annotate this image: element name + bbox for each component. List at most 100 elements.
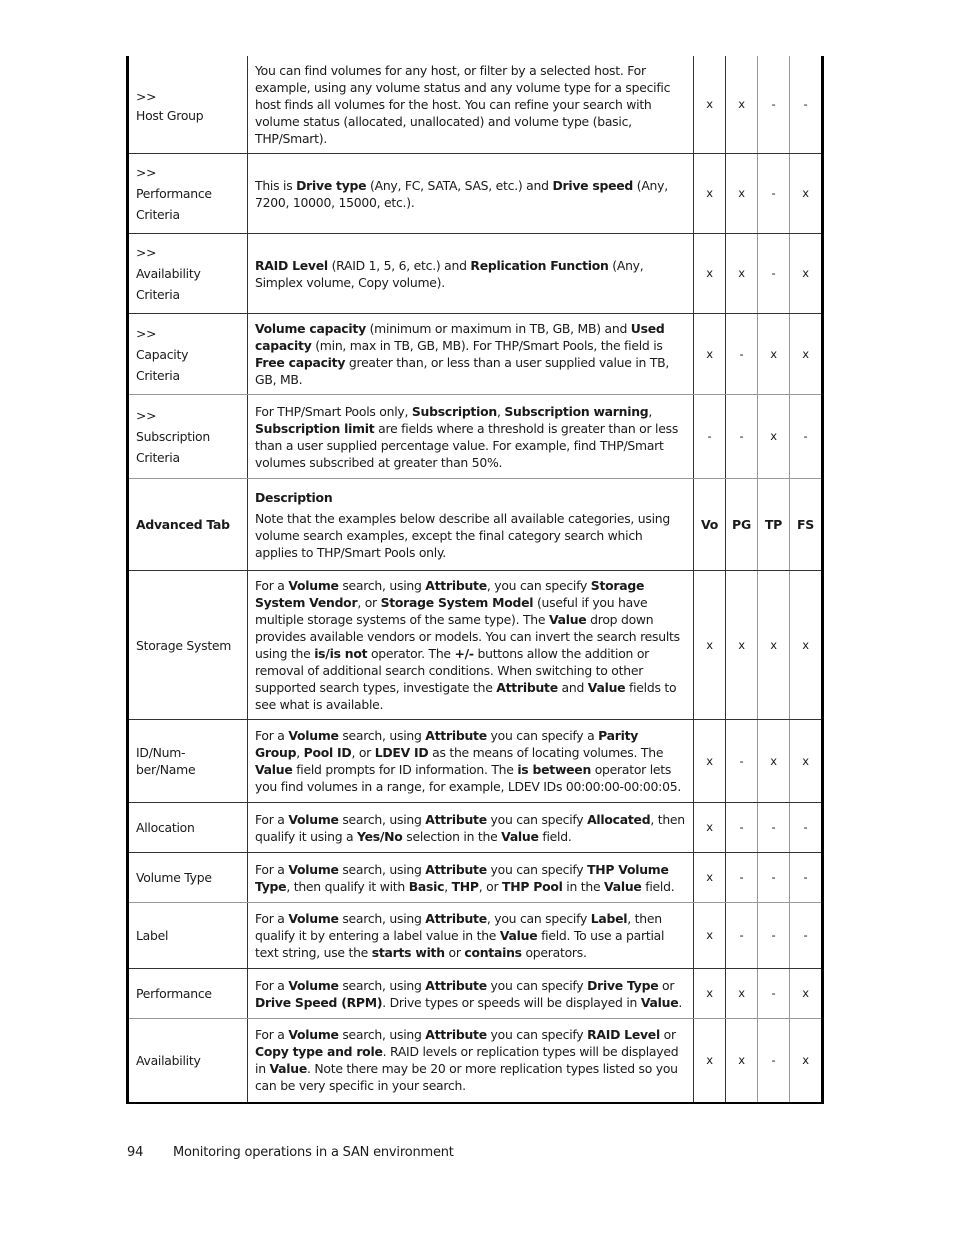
category-name-cell: Volume Type: [127, 852, 248, 903]
description-text: For a Volume search, using Attribute, yo…: [255, 577, 687, 713]
support-mark-vo: x: [693, 233, 726, 314]
table-row: >> Capacity Criteria Volume capacity (minim…: [127, 313, 823, 395]
support-mark-tp: -: [757, 968, 790, 1019]
text-segment: (min, max in TB, GB, MB). For THP/Smart …: [311, 338, 663, 353]
support-mark-fs: -: [789, 902, 823, 969]
text-segment: you can specify a: [486, 728, 599, 743]
bold-term: Subscription warning: [504, 403, 649, 419]
description-cell: Description Note that the examples below …: [247, 478, 694, 571]
bold-term: Label: [590, 911, 628, 926]
category-name-line: Availability: [136, 1052, 201, 1068]
description-text: For THP/Smart Pools only, Subscription, …: [255, 403, 687, 471]
support-mark-tp: -: [757, 233, 790, 314]
bold-term: Attribute: [425, 578, 487, 593]
category-name-line: Storage System: [136, 637, 232, 653]
text-segment: search, using: [338, 977, 426, 993]
category-name-cell: >> Subscription Criteria: [127, 394, 248, 479]
support-mark-pg: x: [725, 570, 758, 720]
bold-term: Attribute: [425, 811, 487, 827]
description-cell: This is Drive type (Any, FC, SATA, SAS, …: [247, 153, 694, 234]
category-name-line: Subscription: [136, 429, 210, 444]
text-segment: search, using: [338, 1027, 426, 1043]
support-mark-vo: x: [693, 56, 726, 154]
text-segment: you can specify: [486, 1027, 588, 1043]
category-name-cell: Allocation: [127, 802, 248, 853]
table-row: >> Host Group You can find volumes for any…: [127, 56, 823, 154]
bold-term: Allocated: [587, 811, 651, 827]
text-segment: field.: [538, 828, 572, 844]
description-text: RAID Level (RAID 1, 5, 6, etc.) and Repl…: [255, 257, 687, 291]
bold-term: Volume: [288, 911, 339, 926]
category-name-cell: >> Host Group: [127, 56, 248, 154]
category-name-line: Capacity: [136, 346, 189, 362]
table-row: >> Performance Criteria This is Drive type …: [127, 153, 823, 234]
support-mark-vo: x: [693, 1018, 726, 1104]
text-segment: search, using: [338, 861, 426, 877]
bold-term: Attribute: [425, 911, 487, 926]
support-mark-vo: x: [693, 852, 726, 903]
column-header-fs: FS: [789, 478, 823, 571]
bold-term: RAID Level: [587, 1027, 660, 1043]
table-row: Availability For a Volume search, using A…: [127, 1018, 823, 1104]
bold-term: Basic: [408, 878, 445, 894]
support-mark-vo: x: [693, 153, 726, 234]
bold-term: Drive speed: [552, 177, 634, 193]
support-mark-fs: -: [789, 852, 823, 903]
bold-term: THP: [451, 878, 479, 894]
description-title: Description: [255, 489, 333, 505]
bold-term: +/-: [454, 646, 474, 661]
support-mark-vo: -: [693, 394, 726, 479]
bold-term: Volume: [288, 977, 339, 993]
description-cell: For a Volume search, using Attribute you…: [247, 802, 694, 853]
text-segment: , or: [351, 745, 375, 760]
support-mark-tp: -: [757, 153, 790, 234]
description-text: For a Volume search, using Attribute you…: [255, 861, 687, 895]
category-name-cell: >> Performance Criteria: [127, 153, 248, 234]
text-segment: field prompts for ID information. The: [292, 762, 518, 777]
support-mark-vo: x: [693, 313, 726, 395]
support-mark-pg: -: [725, 802, 758, 853]
text-segment: (minimum or maximum in TB, GB, MB) and: [365, 321, 631, 336]
description-cell: Volume capacity (minimum or maximum in T…: [247, 313, 694, 395]
description-cell: You can find volumes for any host, or fi…: [247, 56, 694, 154]
table-row: >> Subscription Criteria For THP/Smart Pool…: [127, 394, 823, 479]
text-segment: you can specify: [486, 861, 588, 877]
text-segment: , you can specify: [486, 911, 591, 926]
text-segment: You can find volumes for any host, or fi…: [255, 63, 671, 146]
description-text: For a Volume search, using Attribute you…: [255, 811, 687, 845]
bold-term: Volume: [288, 811, 339, 827]
support-mark-pg: -: [725, 902, 758, 969]
text-segment: For a: [255, 911, 289, 926]
bold-term: Drive type: [296, 177, 367, 193]
support-mark-pg: x: [725, 56, 758, 154]
column-header-pg: PG: [725, 478, 758, 571]
bold-term: Value: [548, 612, 587, 627]
bold-term: Subscription: [411, 403, 497, 419]
category-name-cell: Advanced Tab: [127, 478, 248, 571]
text-segment: , or: [478, 878, 503, 894]
support-mark-fs: x: [789, 968, 823, 1019]
description-cell: RAID Level (RAID 1, 5, 6, etc.) and Repl…: [247, 233, 694, 314]
text-segment: For a: [255, 811, 289, 827]
table-row: Performance For a Volume search, using At…: [127, 968, 823, 1019]
text-segment: . Note there may be 20 or more replicati…: [255, 1061, 678, 1094]
category-name-line: Performance: [136, 186, 212, 201]
description-text: For a Volume search, using Attribute you…: [255, 727, 687, 795]
page-footer: 94 Monitoring operations in a SAN environ…: [127, 1145, 454, 1160]
support-mark-fs: x: [789, 719, 823, 803]
text-segment: For a: [255, 977, 289, 993]
support-mark-tp: x: [757, 313, 790, 395]
bold-term: Pool ID: [303, 745, 352, 760]
support-mark-pg: -: [725, 394, 758, 479]
description-text: For a Volume search, using Attribute, yo…: [255, 910, 687, 961]
support-mark-tp: -: [757, 852, 790, 903]
text-segment: and: [557, 680, 588, 695]
bold-term: is between: [517, 762, 592, 777]
support-mark-tp: x: [757, 719, 790, 803]
support-mark-tp: x: [757, 394, 790, 479]
support-mark-tp: -: [757, 902, 790, 969]
bold-term: Attribute: [496, 680, 558, 695]
text-segment: (RAID 1, 5, 6, etc.) and: [327, 257, 471, 273]
category-name-line: Label: [136, 928, 169, 943]
column-header-vo: Vo: [693, 478, 726, 571]
